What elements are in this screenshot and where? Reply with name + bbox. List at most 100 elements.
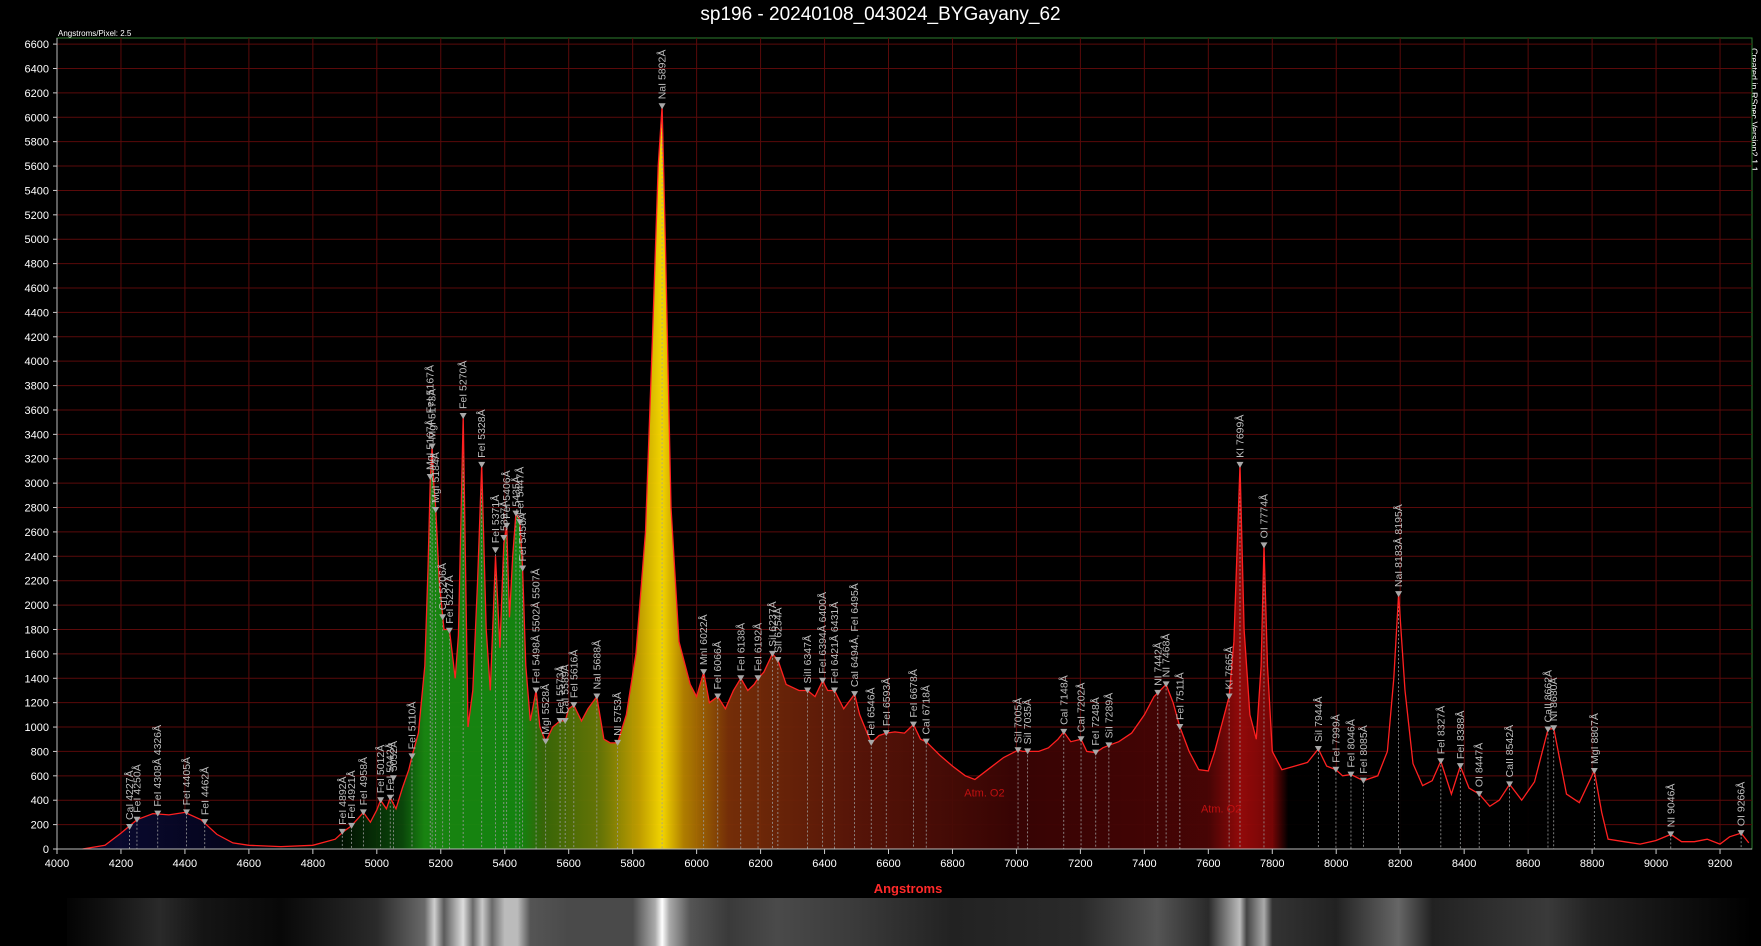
y-tick-label: 1200 — [25, 698, 49, 710]
line-marker-label: SiI 7289Å — [1102, 693, 1115, 739]
x-tick-label: 5600 — [556, 858, 580, 870]
x-tick-label: 4600 — [237, 858, 261, 870]
y-tick-label: 4400 — [25, 307, 49, 319]
line-marker-label: FeI 6421Å 6431Å — [828, 602, 841, 684]
line-marker-label: FeI 4250Å — [130, 764, 143, 812]
x-tick-label: 6000 — [684, 858, 708, 870]
line-marker-label: FeI 7999Å — [1329, 714, 1342, 762]
line-marker-label: FeI 4405Å — [180, 757, 193, 805]
y-tick-label: 2400 — [25, 551, 49, 563]
line-marker-label: OI 9266Å — [1735, 782, 1748, 826]
angstroms-per-pixel-label: Angstroms/Pixel: 2.5 — [58, 29, 132, 38]
line-marker-label: FeI 8388Å — [1454, 711, 1467, 759]
y-tick-label: 4000 — [25, 356, 49, 368]
x-tick-label: 6200 — [748, 858, 772, 870]
spectrum-chart: CaI 4227ÅFeI 4250Å FeI 4308Å 4326Å FeI 440… — [25, 29, 1753, 946]
line-marker-label: KI 7665Å — [1223, 646, 1236, 689]
line-marker-label: MnI 6022Å — [697, 614, 710, 665]
line-marker-label: OI 8447Å — [1473, 743, 1486, 787]
line-marker-label: FeI 4308Å 4326Å — [151, 725, 164, 807]
x-tick-label: 8000 — [1324, 858, 1348, 870]
line-marker-label: NI 9046Å — [1664, 784, 1677, 828]
line-marker-label: MgI 5528Å — [539, 684, 552, 735]
line-marker-label: FeI 5456Å — [516, 513, 529, 561]
line-marker-label: SiII 6347Å — [801, 635, 814, 683]
x-tick-label: 4000 — [45, 858, 69, 870]
y-tick-label: 800 — [31, 746, 49, 758]
line-marker-label: FeI 4958Å — [357, 757, 370, 805]
annotation-label: Atm. O2 — [1201, 803, 1241, 815]
line-marker-label: FeI 5498Å 5502Å 5507Å — [530, 568, 543, 683]
line-marker-label: MgI 5173Å — [426, 389, 439, 440]
spectrum-strip — [67, 898, 1752, 946]
y-tick-label: 600 — [31, 771, 49, 783]
y-tick-label: 2800 — [25, 503, 49, 515]
x-tick-label: 9200 — [1708, 858, 1732, 870]
x-tick-label: 8600 — [1516, 858, 1540, 870]
x-tick-label: 8200 — [1388, 858, 1412, 870]
line-marker-label: FeI 5270Å — [457, 361, 470, 409]
line-marker-label: NI 5753Å — [611, 692, 624, 736]
line-marker-label: KI 7699Å — [1233, 415, 1246, 458]
x-tick-label: 6600 — [876, 858, 900, 870]
y-tick-label: 2000 — [25, 600, 49, 612]
x-tick-label: 7800 — [1260, 858, 1284, 870]
y-tick-label: 1400 — [25, 673, 49, 685]
y-tick-label: 5000 — [25, 234, 49, 246]
x-tick-label: 7000 — [1004, 858, 1028, 870]
line-marker-label: SiI 6254Å — [771, 607, 784, 653]
line-marker-label: OI 7774Å — [1257, 494, 1270, 538]
y-tick-label: 1000 — [25, 722, 49, 734]
line-marker-label: FeI 5616Å — [567, 650, 580, 698]
line-marker-label: NaI 5892Å — [656, 50, 669, 100]
y-tick-label: 6000 — [25, 112, 49, 124]
y-tick-label: 200 — [31, 820, 49, 832]
line-marker-label: FeI 4462Å — [198, 767, 211, 815]
line-marker-label: FeI 6138Å — [734, 623, 747, 671]
line-marker-label: FeI 8046Å — [1344, 719, 1357, 767]
line-marker-label: MgI 5184Å — [429, 452, 442, 503]
line-marker-label: FeI 6546Å — [865, 687, 878, 735]
x-tick-label: 5400 — [492, 858, 516, 870]
y-tick-label: 4600 — [25, 283, 49, 295]
line-marker-label: FeI 8085Å — [1357, 725, 1370, 773]
y-tick-label: 4200 — [25, 332, 49, 344]
line-marker-label: FeI 6678Å — [907, 669, 920, 717]
line-marker-label: CaI 7148Å — [1057, 675, 1070, 725]
line-marker-label: FeI 6394Å 6400Å — [816, 592, 829, 674]
line-marker-label: FeI 7511Å — [1173, 672, 1186, 720]
y-tick-label: 2200 — [25, 576, 49, 588]
line-marker-label: FeI 6066Å — [711, 641, 724, 689]
line-marker-label: FeI 6593Å — [880, 678, 893, 726]
y-tick-label: 400 — [31, 795, 49, 807]
y-tick-label: 3000 — [25, 478, 49, 490]
line-marker-label: FeI 5110Å — [405, 702, 418, 750]
line-marker-label: SiI 7944Å — [1312, 696, 1325, 742]
x-tick-label: 6800 — [940, 858, 964, 870]
line-marker-label: 5052Å — [387, 741, 400, 771]
line-marker-label: NI 8680Å — [1547, 677, 1560, 721]
x-tick-label: 9000 — [1644, 858, 1668, 870]
x-tick-label: 7200 — [1068, 858, 1092, 870]
x-tick-label: 4200 — [109, 858, 133, 870]
line-marker-label: FeI 7248Å — [1089, 697, 1102, 745]
line-marker-label: FeI 5328Å — [475, 409, 488, 457]
y-tick-label: 6200 — [25, 88, 49, 100]
line-marker-label: SiI 7035Å — [1021, 699, 1034, 745]
y-tick-label: 1600 — [25, 649, 49, 661]
y-tick-label: 3400 — [25, 429, 49, 441]
x-tick-label: 5000 — [365, 858, 389, 870]
line-marker-label: MgI 8807Å — [1588, 713, 1601, 764]
y-tick-label: 5200 — [25, 210, 49, 222]
line-marker-label: FeI 8327Å — [1434, 706, 1447, 754]
line-marker-label: CaI 6718Å — [920, 685, 933, 735]
line-marker-label: FeI 5447Å — [513, 467, 526, 515]
line-marker-label: CaII 8542Å — [1503, 725, 1516, 778]
y-tick-label: 5600 — [25, 161, 49, 173]
y-tick-label: 0 — [43, 844, 49, 856]
line-marker-label: NaI 5688Å — [590, 640, 603, 690]
line-marker-label: NaI 8183Å 8195Å — [1392, 504, 1405, 587]
x-tick-label: 8800 — [1580, 858, 1604, 870]
annotation-label: Atm. O2 — [964, 788, 1004, 800]
line-marker-label: FeI 6192Å — [752, 623, 765, 671]
